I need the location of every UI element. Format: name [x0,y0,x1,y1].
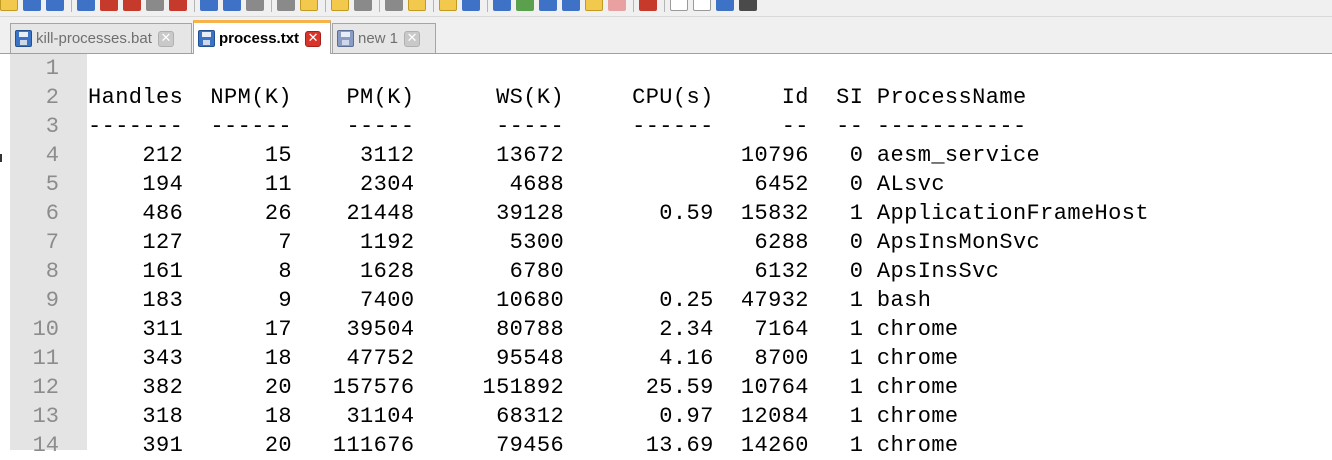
editor-line[interactable]: 2 Handles NPM(K) PM(K) WS(K) CPU(s) Id SI… [0,83,1332,112]
line-number: 1 [45,56,59,81]
cut-icon[interactable] [169,0,187,11]
save-macro-icon[interactable] [739,0,757,11]
line-text[interactable]: 212 15 3112 13672 10796 0 aesm_service [88,141,1040,170]
monitoring-icon[interactable] [608,0,626,11]
stop-record-icon[interactable] [670,0,688,11]
save-icon[interactable] [46,0,64,11]
save-all-icon[interactable] [77,0,95,11]
editor-line[interactable]: 10 311 17 39504 80788 2.34 7164 1 chrome [0,315,1332,344]
editor-line[interactable]: 6 486 26 21448 39128 0.59 15832 1 Applic… [0,199,1332,228]
line-number: 6 [45,201,59,226]
line-text[interactable]: 318 18 31104 68312 0.97 12084 1 chrome [88,402,959,431]
line-number: 12 [32,375,59,400]
editor-line[interactable]: 14 391 20 111676 79456 13.69 14260 1 chr… [0,431,1332,460]
line-number: 9 [45,288,59,313]
tab-process-txt[interactable]: process.txt ✕ [193,20,331,54]
line-text[interactable]: 194 11 2304 4688 6452 0 ALsvc [88,170,945,199]
play-macro-icon[interactable] [693,0,711,11]
toolbar-separator [194,0,195,12]
line-text[interactable]: 183 9 7400 10680 0.25 47932 1 bash [88,286,931,315]
record-macro-icon[interactable] [639,0,657,11]
editor-line[interactable]: 12 382 20 157576 151892 25.59 10764 1 ch… [0,373,1332,402]
line-number: 14 [32,433,59,458]
line-text[interactable]: 486 26 21448 39128 0.59 15832 1 Applicat… [88,199,1149,228]
tab-label: new 1 [358,30,399,47]
unsaved-file-icon [337,30,354,47]
copy-icon[interactable] [200,0,218,11]
line-number: 7 [45,230,59,255]
editor-line[interactable]: 11 343 18 47752 95548 4.16 8700 1 chrome [0,344,1332,373]
line-text[interactable]: 127 7 1192 5300 6288 0 ApsInsMonSvc [88,228,1040,257]
tab-kill-processes-bat[interactable]: kill-processes.bat ✕ [10,23,192,53]
new-file-icon[interactable] [0,0,18,11]
toolbar-separator [433,0,434,12]
editor-line[interactable]: 8 161 8 1628 6780 6132 0 ApsInsSvc [0,257,1332,286]
line-text[interactable]: 311 17 39504 80788 2.34 7164 1 chrome [88,315,959,344]
line-number: 13 [32,404,59,429]
open-file-icon[interactable] [23,0,41,11]
tab-label: process.txt [219,30,300,47]
word-wrap-icon[interactable] [462,0,480,11]
editor-area[interactable]: 1 2 Handles NPM(K) PM(K) WS(K) CPU(s) Id S… [0,54,1332,458]
show-all-chars-icon[interactable] [493,0,511,11]
line-number: 8 [45,259,59,284]
close-icon[interactable] [100,0,118,11]
run-macro-icon[interactable] [716,0,734,11]
toolbar-separator [487,0,488,12]
editor-line[interactable]: 4 212 15 3112 13672 10796 0 aesm_service [0,141,1332,170]
tab-bar: kill-processes.bat ✕ process.txt ✕ new 1… [0,17,1332,54]
line-text[interactable]: ------- ------ ----- ----- ------ -- -- … [88,112,1027,141]
toolbar-separator [664,0,665,12]
line-text[interactable]: 343 18 47752 95548 4.16 8700 1 chrome [88,344,959,373]
folder-workspace-icon[interactable] [585,0,603,11]
redo-icon[interactable] [277,0,295,11]
close-icon[interactable]: ✕ [305,30,322,47]
saved-file-icon [198,30,215,47]
line-text[interactable]: Handles NPM(K) PM(K) WS(K) CPU(s) Id SI … [88,83,1027,112]
toolbar [0,0,1332,17]
function-list-icon[interactable] [562,0,580,11]
replace-icon[interactable] [331,0,349,11]
print-icon[interactable] [146,0,164,11]
close-all-icon[interactable] [123,0,141,11]
editor-line[interactable]: 3 ------- ------ ----- ----- ------ -- --… [0,112,1332,141]
line-number: 10 [32,317,59,342]
paste-icon[interactable] [223,0,241,11]
line-number: 4 [45,143,59,168]
toolbar-separator [71,0,72,12]
indent-guide-icon[interactable] [516,0,534,11]
line-number: 3 [45,114,59,139]
tab-new-1[interactable]: new 1 ✕ [332,23,436,53]
line-text[interactable]: 161 8 1628 6780 6132 0 ApsInsSvc [88,257,999,286]
line-number: 5 [45,172,59,197]
doc-map-icon[interactable] [539,0,557,11]
toolbar-separator [379,0,380,12]
sync-v-icon[interactable] [408,0,426,11]
zoom-out-icon[interactable] [385,0,403,11]
close-icon[interactable]: ✕ [404,30,421,47]
sync-h-icon[interactable] [439,0,457,11]
saved-file-icon [15,30,32,47]
toolbar-separator [633,0,634,12]
find-icon[interactable] [300,0,318,11]
editor-line[interactable]: 5 194 11 2304 4688 6452 0 ALsvc [0,170,1332,199]
editor-line[interactable]: 9 183 9 7400 10680 0.25 47932 1 bash [0,286,1332,315]
toolbar-separator [325,0,326,12]
tab-label: kill-processes.bat [36,30,152,47]
editor-line[interactable]: 1 [0,54,1332,83]
line-text[interactable]: 382 20 157576 151892 25.59 10764 1 chrom… [88,373,959,402]
line-number: 11 [32,346,59,371]
line-number: 2 [45,85,59,110]
editor-line[interactable]: 7 127 7 1192 5300 6288 0 ApsInsMonSvc [0,228,1332,257]
undo-icon[interactable] [246,0,264,11]
toolbar-separator [271,0,272,12]
line-text[interactable]: 391 20 111676 79456 13.69 14260 1 chrome [88,431,959,460]
zoom-in-icon[interactable] [354,0,372,11]
editor-line[interactable]: 13 318 18 31104 68312 0.97 12084 1 chrom… [0,402,1332,431]
close-icon[interactable]: ✕ [157,30,174,47]
